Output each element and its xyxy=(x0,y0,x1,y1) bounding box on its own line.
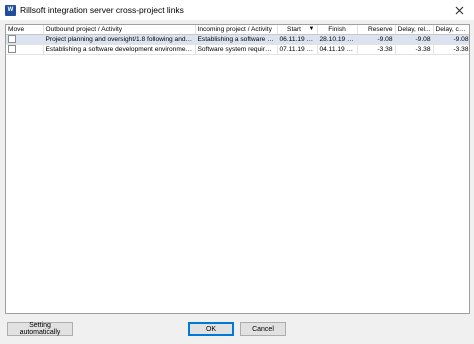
start-cell: 06.11.19 10:00 xyxy=(277,34,318,45)
table-row[interactable]: Establishing a software development envi… xyxy=(6,44,469,55)
column-header-start-label: Start xyxy=(287,26,301,33)
table-row[interactable]: Project planning and oversight/1.8 follo… xyxy=(6,34,469,45)
finish-cell: 28.10.19 08:00 xyxy=(317,34,358,45)
delay-cal-cell: -3.38 xyxy=(433,44,469,55)
column-header-outbound[interactable]: Outbound project / Activity xyxy=(43,25,196,35)
outbound-cell: Project planning and oversight/1.8 follo… xyxy=(43,34,196,45)
window-title: Rillsoft integration server cross-projec… xyxy=(20,5,184,15)
close-button[interactable] xyxy=(452,3,466,17)
incoming-cell: Software system requireme... xyxy=(195,44,278,55)
move-checkbox[interactable] xyxy=(8,35,16,44)
links-table: Move Outbound project / Activity Incomin… xyxy=(6,25,469,55)
move-cell xyxy=(6,44,44,55)
column-header-incoming[interactable]: Incoming project / Activity xyxy=(195,25,278,35)
move-checkbox[interactable] xyxy=(8,45,16,54)
cancel-button[interactable]: Cancel xyxy=(240,322,286,336)
column-header-start[interactable]: Start ▼ xyxy=(277,25,318,35)
links-grid[interactable]: Move Outbound project / Activity Incomin… xyxy=(5,24,470,314)
column-header-move[interactable]: Move xyxy=(6,25,44,35)
title-bar: W Rillsoft integration server cross-proj… xyxy=(0,0,474,20)
column-header-finish[interactable]: Finish xyxy=(317,25,358,35)
reserve-cell: -9.08 xyxy=(357,34,396,45)
delay-cal-cell: -9.08 xyxy=(433,34,469,45)
start-cell: 07.11.19 10:00 xyxy=(277,44,318,55)
outbound-cell: Establishing a software development envi… xyxy=(43,44,196,55)
delay-rel-cell: -9.08 xyxy=(395,34,434,45)
delay-rel-cell: -3.38 xyxy=(395,44,434,55)
column-header-delay-cal[interactable]: Delay, cal... xyxy=(433,25,469,35)
sort-down-icon: ▼ xyxy=(308,26,315,32)
ok-button[interactable]: OK xyxy=(188,322,234,336)
incoming-cell: Establishing a software dev... xyxy=(195,34,278,45)
column-header-delay-rel[interactable]: Delay, rel... xyxy=(395,25,434,35)
app-icon: W xyxy=(5,4,16,16)
close-icon xyxy=(455,6,463,14)
finish-cell: 04.11.19 08:00 xyxy=(317,44,358,55)
move-cell xyxy=(6,34,44,45)
column-header-reserve[interactable]: Reserve xyxy=(357,25,396,35)
setting-automatically-button[interactable]: Setting automatically xyxy=(7,322,73,336)
reserve-cell: -3.38 xyxy=(357,44,396,55)
header-row: Move Outbound project / Activity Incomin… xyxy=(6,25,469,35)
